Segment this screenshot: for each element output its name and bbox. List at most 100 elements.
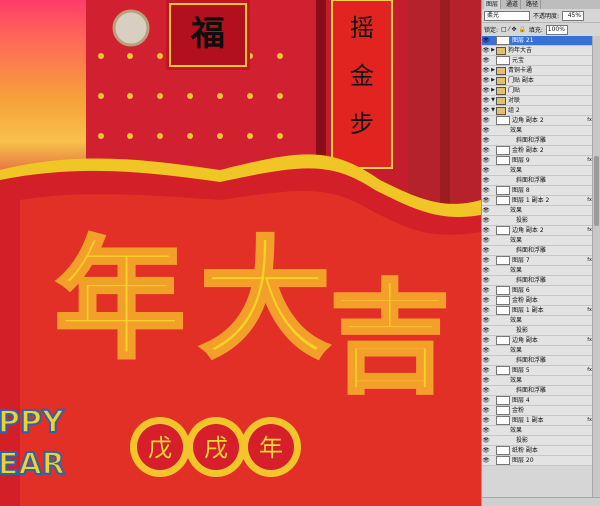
- layer-row[interactable]: 👁 斜面和浮雕: [482, 356, 594, 366]
- eye-icon[interactable]: 👁: [482, 436, 490, 445]
- layer-row[interactable]: 👁 图层 20: [482, 456, 594, 466]
- eye-icon[interactable]: 👁: [482, 386, 490, 395]
- layer-row[interactable]: 👁 图层 21: [482, 36, 594, 46]
- eye-icon[interactable]: 👁: [482, 206, 490, 215]
- layer-row[interactable]: 👁 金粉 副本 2: [482, 146, 594, 156]
- layer-row[interactable]: 👁 效果: [482, 376, 594, 386]
- layer-row[interactable]: 👁 图层 9 fx: [482, 156, 594, 166]
- eye-icon[interactable]: 👁: [482, 336, 490, 345]
- eye-icon[interactable]: 👁: [482, 346, 490, 355]
- scroll-thumb[interactable]: [594, 156, 599, 226]
- eye-icon[interactable]: 👁: [482, 316, 490, 325]
- layer-row[interactable]: 👁 效果: [482, 346, 594, 356]
- tab-layers[interactable]: 图层: [484, 0, 502, 9]
- blend-mode-select[interactable]: 柔光: [484, 10, 530, 21]
- layer-row[interactable]: 👁 图层 6: [482, 286, 594, 296]
- layer-row[interactable]: 👁 ▶ 青铜卡通: [482, 66, 594, 76]
- layer-row[interactable]: 👁 边角 副本 2 fx: [482, 226, 594, 236]
- layer-row[interactable]: 👁 图层 7 fx: [482, 256, 594, 266]
- eye-icon[interactable]: 👁: [482, 116, 490, 125]
- layer-row[interactable]: 👁 投影: [482, 216, 594, 226]
- eye-icon[interactable]: 👁: [482, 396, 490, 405]
- eye-icon[interactable]: 👁: [482, 286, 490, 295]
- layer-row[interactable]: 👁 图层 5 fx: [482, 366, 594, 376]
- layer-row[interactable]: 👁 ▶ 狗年大吉: [482, 46, 594, 56]
- eye-icon[interactable]: 👁: [482, 46, 490, 55]
- layer-row[interactable]: 👁 效果: [482, 266, 594, 276]
- eye-icon[interactable]: 👁: [482, 446, 490, 455]
- eye-icon[interactable]: 👁: [482, 126, 490, 135]
- lock-icons[interactable]: □ ⁄ ✥ 🔒: [501, 26, 526, 33]
- eye-icon[interactable]: 👁: [482, 96, 490, 105]
- eye-icon[interactable]: 👁: [482, 406, 490, 415]
- layers-scrollbar[interactable]: [592, 36, 600, 498]
- eye-icon[interactable]: 👁: [482, 276, 490, 285]
- layer-row[interactable]: 👁 ▼ 组 2: [482, 106, 594, 116]
- layer-row[interactable]: 👁 图层 4: [482, 396, 594, 406]
- layer-row[interactable]: 👁 效果: [482, 426, 594, 436]
- eye-icon[interactable]: 👁: [482, 136, 490, 145]
- eye-icon[interactable]: 👁: [482, 226, 490, 235]
- opacity-input[interactable]: 45%: [562, 10, 585, 21]
- layer-row[interactable]: 👁 投影: [482, 326, 594, 336]
- layer-row[interactable]: 👁 效果: [482, 126, 594, 136]
- eye-icon[interactable]: 👁: [482, 196, 490, 205]
- layer-row[interactable]: 👁 效果: [482, 206, 594, 216]
- eye-icon[interactable]: 👁: [482, 156, 490, 165]
- layer-row[interactable]: 👁 图层 8: [482, 186, 594, 196]
- eye-icon[interactable]: 👁: [482, 246, 490, 255]
- layer-row[interactable]: 👁 图层 1 副本 2 fx: [482, 196, 594, 206]
- eye-icon[interactable]: 👁: [482, 186, 490, 195]
- layer-name: 图层 5: [512, 367, 530, 374]
- eye-icon[interactable]: 👁: [482, 106, 490, 115]
- layer-row[interactable]: 👁 ▼ 对联: [482, 96, 594, 106]
- layer-name: 图层 1 副本: [512, 417, 544, 424]
- eye-icon[interactable]: 👁: [482, 36, 490, 45]
- layer-row[interactable]: 👁 边角 副本 fx: [482, 336, 594, 346]
- layer-row[interactable]: 👁 金粉 副本: [482, 296, 594, 306]
- layer-row[interactable]: 👁 效果: [482, 236, 594, 246]
- layer-row[interactable]: 👁 效果: [482, 316, 594, 326]
- eye-icon[interactable]: 👁: [482, 376, 490, 385]
- layer-row[interactable]: 👁 元宝: [482, 56, 594, 66]
- layer-row[interactable]: 👁 斜面和浮雕: [482, 136, 594, 146]
- eye-icon[interactable]: 👁: [482, 366, 490, 375]
- tab-paths[interactable]: 路径: [524, 0, 542, 9]
- eye-icon[interactable]: 👁: [482, 326, 490, 335]
- fill-label: 填充:: [528, 27, 543, 34]
- layer-row[interactable]: 👁 效果: [482, 166, 594, 176]
- layer-row[interactable]: 👁 斜面和浮雕: [482, 246, 594, 256]
- eye-icon[interactable]: 👁: [482, 146, 490, 155]
- tab-channels[interactable]: 通道: [504, 0, 522, 9]
- layer-row[interactable]: 👁 ▶ 门贴: [482, 86, 594, 96]
- layer-row[interactable]: 👁 图层 1 副本 fx: [482, 416, 594, 426]
- layer-row[interactable]: 👁 投影: [482, 436, 594, 446]
- eye-icon[interactable]: 👁: [482, 176, 490, 185]
- eye-icon[interactable]: 👁: [482, 306, 490, 315]
- eye-icon[interactable]: 👁: [482, 236, 490, 245]
- eye-icon[interactable]: 👁: [482, 66, 490, 75]
- layer-row[interactable]: 👁 斜面和浮雕: [482, 176, 594, 186]
- layer-row[interactable]: 👁 斜面和浮雕: [482, 276, 594, 286]
- eye-icon[interactable]: 👁: [482, 456, 490, 465]
- eye-icon[interactable]: 👁: [482, 296, 490, 305]
- eye-icon[interactable]: 👁: [482, 416, 490, 425]
- layer-thumbnail: [496, 366, 510, 375]
- layer-row[interactable]: 👁 边角 副本 2 fx: [482, 116, 594, 126]
- layer-row[interactable]: 👁 图层 1 副本 fx: [482, 306, 594, 316]
- eye-icon[interactable]: 👁: [482, 426, 490, 435]
- eye-icon[interactable]: 👁: [482, 356, 490, 365]
- eye-icon[interactable]: 👁: [482, 266, 490, 275]
- eye-icon[interactable]: 👁: [482, 166, 490, 175]
- layer-row[interactable]: 👁 金粉: [482, 406, 594, 416]
- eye-icon[interactable]: 👁: [482, 216, 490, 225]
- layer-row[interactable]: 👁 斜面和浮雕: [482, 386, 594, 396]
- eye-icon[interactable]: 👁: [482, 56, 490, 65]
- badge-char-3: 年: [259, 434, 283, 462]
- fill-input[interactable]: 100%: [545, 24, 568, 35]
- layer-row[interactable]: 👁 ▶ 门贴 副本: [482, 76, 594, 86]
- layer-row[interactable]: 👁 纸粉 副本: [482, 446, 594, 456]
- eye-icon[interactable]: 👁: [482, 86, 490, 95]
- eye-icon[interactable]: 👁: [482, 76, 490, 85]
- eye-icon[interactable]: 👁: [482, 256, 490, 265]
